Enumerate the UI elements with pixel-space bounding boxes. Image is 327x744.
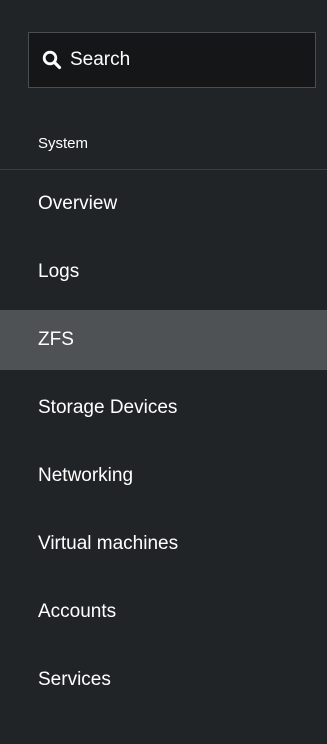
- nav-item-services[interactable]: Services: [0, 650, 327, 710]
- nav-item-label: Virtual machines: [38, 533, 179, 554]
- nav-item-label: ZFS: [38, 329, 74, 350]
- search-input[interactable]: Search: [28, 32, 316, 88]
- nav-item-storage-devices[interactable]: Storage Devices: [0, 378, 327, 438]
- sidebar: Search System Overview Logs ZFS Storage …: [0, 0, 327, 744]
- nav-item-zfs[interactable]: ZFS: [0, 310, 327, 370]
- search-placeholder: Search: [70, 49, 131, 70]
- nav-item-overview[interactable]: Overview: [0, 174, 327, 234]
- nav-item-label: Accounts: [38, 601, 117, 622]
- nav-item-label: Overview: [38, 193, 118, 214]
- nav-item-label: Services: [38, 669, 111, 690]
- search-icon: [42, 50, 62, 70]
- nav-item-label: Storage Devices: [38, 397, 178, 418]
- nav-item-virtual-machines[interactable]: Virtual machines: [0, 514, 327, 574]
- nav-item-logs[interactable]: Logs: [0, 242, 327, 302]
- section-header-system: System: [0, 117, 327, 170]
- nav-item-networking[interactable]: Networking: [0, 446, 327, 506]
- nav-item-label: Networking: [38, 465, 134, 486]
- nav-item-label: Logs: [38, 261, 80, 282]
- nav-list: Overview Logs ZFS Storage Devices Networ…: [0, 174, 327, 718]
- nav-item-accounts[interactable]: Accounts: [0, 582, 327, 642]
- section-label: System: [38, 134, 89, 152]
